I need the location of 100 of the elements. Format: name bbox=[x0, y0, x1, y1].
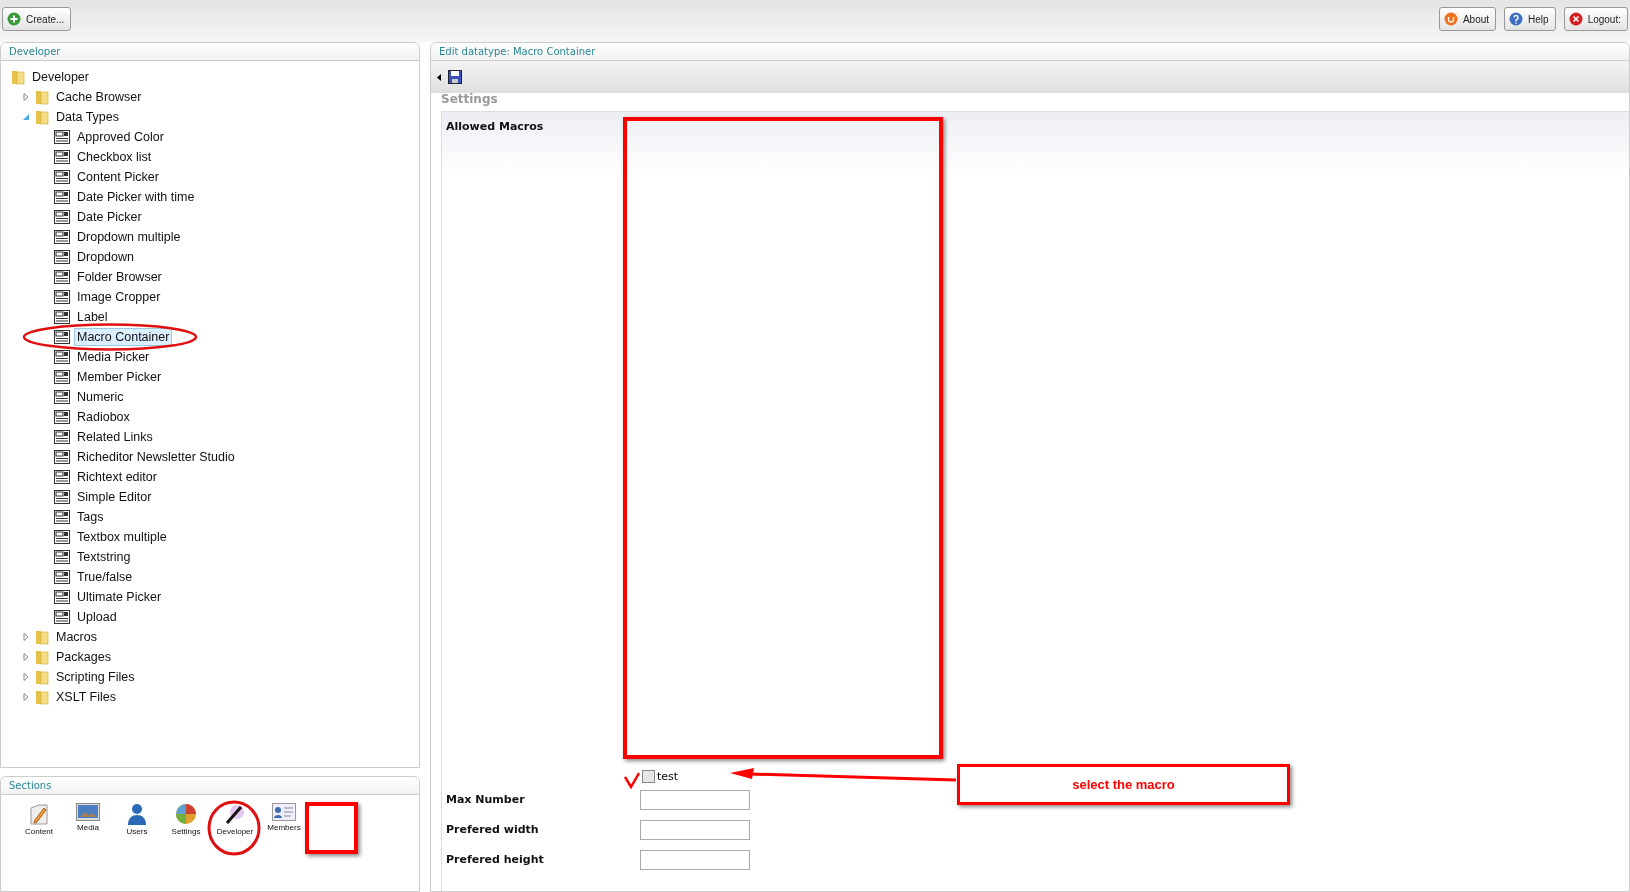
panel-title: Developer bbox=[1, 43, 419, 61]
folder-icon bbox=[35, 89, 49, 105]
property-label: Prefered width bbox=[445, 821, 540, 836]
member-card-icon bbox=[272, 803, 296, 821]
tree-item[interactable]: Upload bbox=[74, 608, 120, 626]
person-icon bbox=[126, 803, 148, 825]
folder-icon bbox=[35, 629, 49, 645]
property-label: Prefered height bbox=[445, 851, 545, 866]
datatype-icon bbox=[54, 370, 70, 384]
tree-item[interactable]: XSLT Files bbox=[53, 688, 119, 706]
color-wheel-icon bbox=[175, 803, 197, 825]
about-button[interactable]: About bbox=[1438, 7, 1497, 31]
tree-item[interactable]: Packages bbox=[53, 648, 114, 666]
section-item[interactable]: Users bbox=[117, 803, 157, 836]
tree-item[interactable]: Data Types bbox=[53, 108, 122, 126]
tab-heading: Settings bbox=[440, 93, 499, 108]
help-icon bbox=[1509, 12, 1524, 26]
expander-icon[interactable] bbox=[21, 692, 31, 702]
tree-item[interactable]: Date Picker bbox=[74, 208, 145, 226]
datatype-icon bbox=[54, 590, 70, 604]
datatype-icon bbox=[54, 410, 70, 424]
create-button[interactable]: Create... bbox=[2, 7, 72, 31]
section-item[interactable]: Members bbox=[264, 803, 304, 836]
tree-item[interactable]: Cache Browser bbox=[53, 88, 145, 106]
tree-item[interactable]: Tags bbox=[74, 508, 107, 526]
logout-button[interactable]: Logout: bbox=[1563, 7, 1628, 31]
property-label: Allowed Macros bbox=[445, 119, 545, 133]
datatype-icon bbox=[54, 450, 70, 464]
tree-item[interactable]: True/false bbox=[74, 568, 136, 586]
checkbox-option[interactable]: test bbox=[640, 766, 679, 786]
tree-item[interactable]: Simple Editor bbox=[74, 488, 155, 506]
datatype-icon bbox=[54, 470, 70, 484]
tree-item[interactable]: Richtext editor bbox=[74, 468, 160, 486]
close-icon bbox=[1568, 12, 1583, 26]
tree-item[interactable]: Folder Browser bbox=[74, 268, 165, 286]
property-label: Max Number bbox=[445, 791, 526, 806]
tree-item[interactable]: Label bbox=[74, 308, 111, 326]
datatype-icon bbox=[54, 390, 70, 404]
magic-wand-icon bbox=[224, 803, 246, 825]
datatype-icon bbox=[54, 130, 70, 144]
expander-icon[interactable] bbox=[21, 92, 31, 102]
datatype-icon bbox=[54, 430, 70, 444]
datatype-icon bbox=[54, 610, 70, 624]
tree-item[interactable]: Scripting Files bbox=[53, 668, 138, 686]
highlight-frame bbox=[305, 802, 358, 854]
datatype-icon bbox=[54, 550, 70, 564]
datatype-icon bbox=[54, 230, 70, 244]
tree-item[interactable]: Approved Color bbox=[74, 128, 167, 146]
datatype-icon bbox=[54, 530, 70, 544]
expander-icon[interactable] bbox=[21, 672, 31, 682]
datatype-icon bbox=[54, 330, 70, 344]
tree-item[interactable]: Media Picker bbox=[74, 348, 153, 366]
folder-icon bbox=[11, 69, 25, 85]
section-item[interactable]: Settings bbox=[166, 803, 206, 836]
folder-icon bbox=[35, 689, 49, 705]
highlight-circle bbox=[207, 800, 261, 856]
datatype-icon bbox=[54, 510, 70, 524]
datatype-icon bbox=[54, 250, 70, 264]
save-icon[interactable] bbox=[448, 70, 462, 84]
tree-item[interactable]: Developer bbox=[29, 68, 92, 86]
tree-item[interactable]: Textbox multiple bbox=[74, 528, 170, 546]
folder-icon bbox=[35, 649, 49, 665]
tree-item[interactable]: Checkbox list bbox=[74, 148, 155, 166]
datatype-icon bbox=[54, 490, 70, 504]
tree-item[interactable]: Radiobox bbox=[74, 408, 133, 426]
expander-icon[interactable] bbox=[21, 652, 31, 662]
plus-icon bbox=[7, 12, 21, 26]
section-item[interactable]: Media bbox=[68, 803, 108, 836]
tree-item[interactable]: Image Cropper bbox=[74, 288, 164, 306]
tree-item[interactable]: Dropdown multiple bbox=[74, 228, 184, 246]
datatype-icon bbox=[54, 310, 70, 324]
tree-item[interactable]: Richeditor Newsletter Studio bbox=[74, 448, 238, 466]
input-field[interactable] bbox=[640, 819, 750, 840]
document-pencil-icon bbox=[28, 803, 50, 825]
datatype-icon bbox=[54, 210, 70, 224]
input-field[interactable] bbox=[640, 789, 750, 810]
picture-icon bbox=[76, 803, 100, 821]
section-item[interactable]: Content bbox=[19, 803, 59, 836]
checkbox[interactable] bbox=[642, 769, 655, 783]
datatype-icon bbox=[54, 190, 70, 204]
expander-icon[interactable] bbox=[21, 632, 31, 642]
annotation-callout: select the macro bbox=[957, 764, 1290, 805]
expander-icon[interactable] bbox=[21, 112, 31, 122]
folder-icon bbox=[35, 669, 49, 685]
collapse-arrow-icon[interactable] bbox=[437, 73, 442, 81]
datatype-icon bbox=[54, 290, 70, 304]
help-button[interactable]: Help bbox=[1504, 7, 1556, 31]
tree-item[interactable]: Macro Container bbox=[74, 328, 173, 346]
tree-item[interactable]: Content Picker bbox=[74, 168, 162, 186]
tree-item[interactable]: Macros bbox=[53, 628, 100, 646]
tree-item[interactable]: Member Picker bbox=[74, 368, 165, 386]
tree-item[interactable]: Related Links bbox=[74, 428, 156, 446]
datatype-icon bbox=[54, 350, 70, 364]
tree-item[interactable]: Date Picker with time bbox=[74, 188, 198, 206]
datatype-icon bbox=[54, 570, 70, 584]
tree-item[interactable]: Dropdown bbox=[74, 248, 137, 266]
tree-item[interactable]: Ultimate Picker bbox=[74, 588, 165, 606]
tree-item[interactable]: Numeric bbox=[74, 388, 127, 406]
input-field[interactable] bbox=[640, 849, 750, 870]
tree-item[interactable]: Textstring bbox=[74, 548, 134, 566]
